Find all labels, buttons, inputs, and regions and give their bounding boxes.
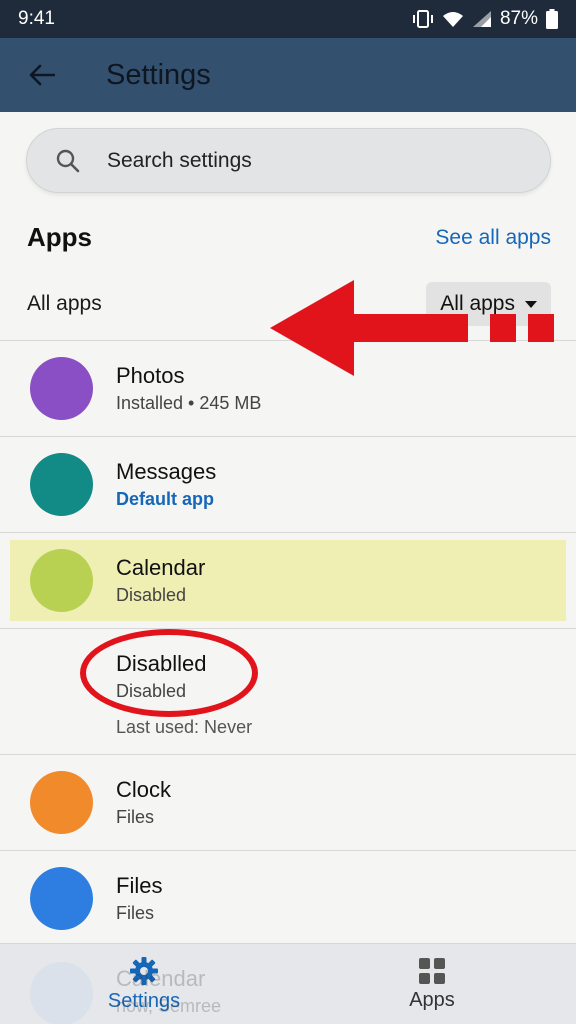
battery-icon	[546, 9, 558, 29]
back-button[interactable]	[0, 38, 84, 112]
annotation-arrow-icon	[270, 280, 554, 376]
detail-last-used: Last used: Never	[116, 717, 253, 737]
list-item-clock[interactable]: Clock Files	[0, 755, 576, 850]
app-icon-messages	[30, 453, 93, 516]
list-item-files[interactable]: Files Files	[0, 851, 576, 946]
app-bar: Settings	[0, 38, 576, 112]
app-name: Files	[116, 873, 163, 898]
default-app-link[interactable]: Default app	[116, 485, 216, 513]
ghost-avatar	[30, 962, 93, 1024]
ghost-row-title: Calendar	[116, 966, 206, 991]
status-time: 9:41	[18, 8, 55, 29]
app-status: Disabled	[116, 585, 187, 605]
search-icon	[56, 149, 80, 172]
nav-apps[interactable]: Apps	[288, 944, 576, 1024]
see-all-apps-link[interactable]: See all apps	[435, 226, 551, 250]
app-icon-clock	[30, 771, 93, 834]
detail-title: Disablled	[116, 651, 207, 676]
search-input[interactable]: Search settings	[26, 128, 551, 193]
apps-section-header: Apps See all apps	[27, 222, 551, 253]
status-bar: 9:41 87%	[0, 0, 576, 38]
battery-percent: 87%	[499, 8, 538, 29]
divider	[0, 532, 576, 533]
bottom-nav: Calendar now, Semree Settings Apps	[0, 943, 576, 1024]
ghost-row-sub: now, Semree	[116, 996, 222, 1016]
wifi-icon	[442, 12, 463, 27]
app-subtitle: Files	[116, 807, 155, 827]
app-subtitle: Installed • 245 MB	[116, 393, 262, 413]
app-name: Calendar	[116, 555, 206, 580]
status-icons: 87%	[412, 8, 558, 30]
detail-status: Disabled	[116, 681, 187, 701]
app-icon-files	[30, 867, 93, 930]
section-title: Apps	[27, 222, 92, 252]
apps-grid-icon	[419, 957, 445, 984]
list-item-calendar[interactable]: Calendar Disabled	[10, 540, 566, 621]
app-name: Photos	[116, 363, 185, 388]
app-icon-calendar	[30, 549, 93, 612]
search-placeholder: Search settings	[107, 148, 252, 172]
app-name: Clock	[116, 777, 172, 802]
page-title: Settings	[106, 58, 211, 91]
list-item-messages[interactable]: Messages Default app	[0, 437, 576, 532]
app-subtitle: Files	[116, 903, 155, 923]
signal-icon	[472, 11, 491, 27]
app-icon-photos	[30, 357, 93, 420]
vibrate-icon	[412, 10, 433, 28]
back-arrow-icon	[29, 64, 55, 86]
filter-label: All apps	[27, 292, 102, 315]
expanded-detail[interactable]: Disablled Disabled Last used: Never	[0, 629, 576, 754]
nav-apps-label: Apps	[409, 988, 455, 1011]
app-list: Photos Installed • 245 MB Messages Defau…	[0, 340, 576, 946]
app-name: Messages	[116, 459, 217, 484]
